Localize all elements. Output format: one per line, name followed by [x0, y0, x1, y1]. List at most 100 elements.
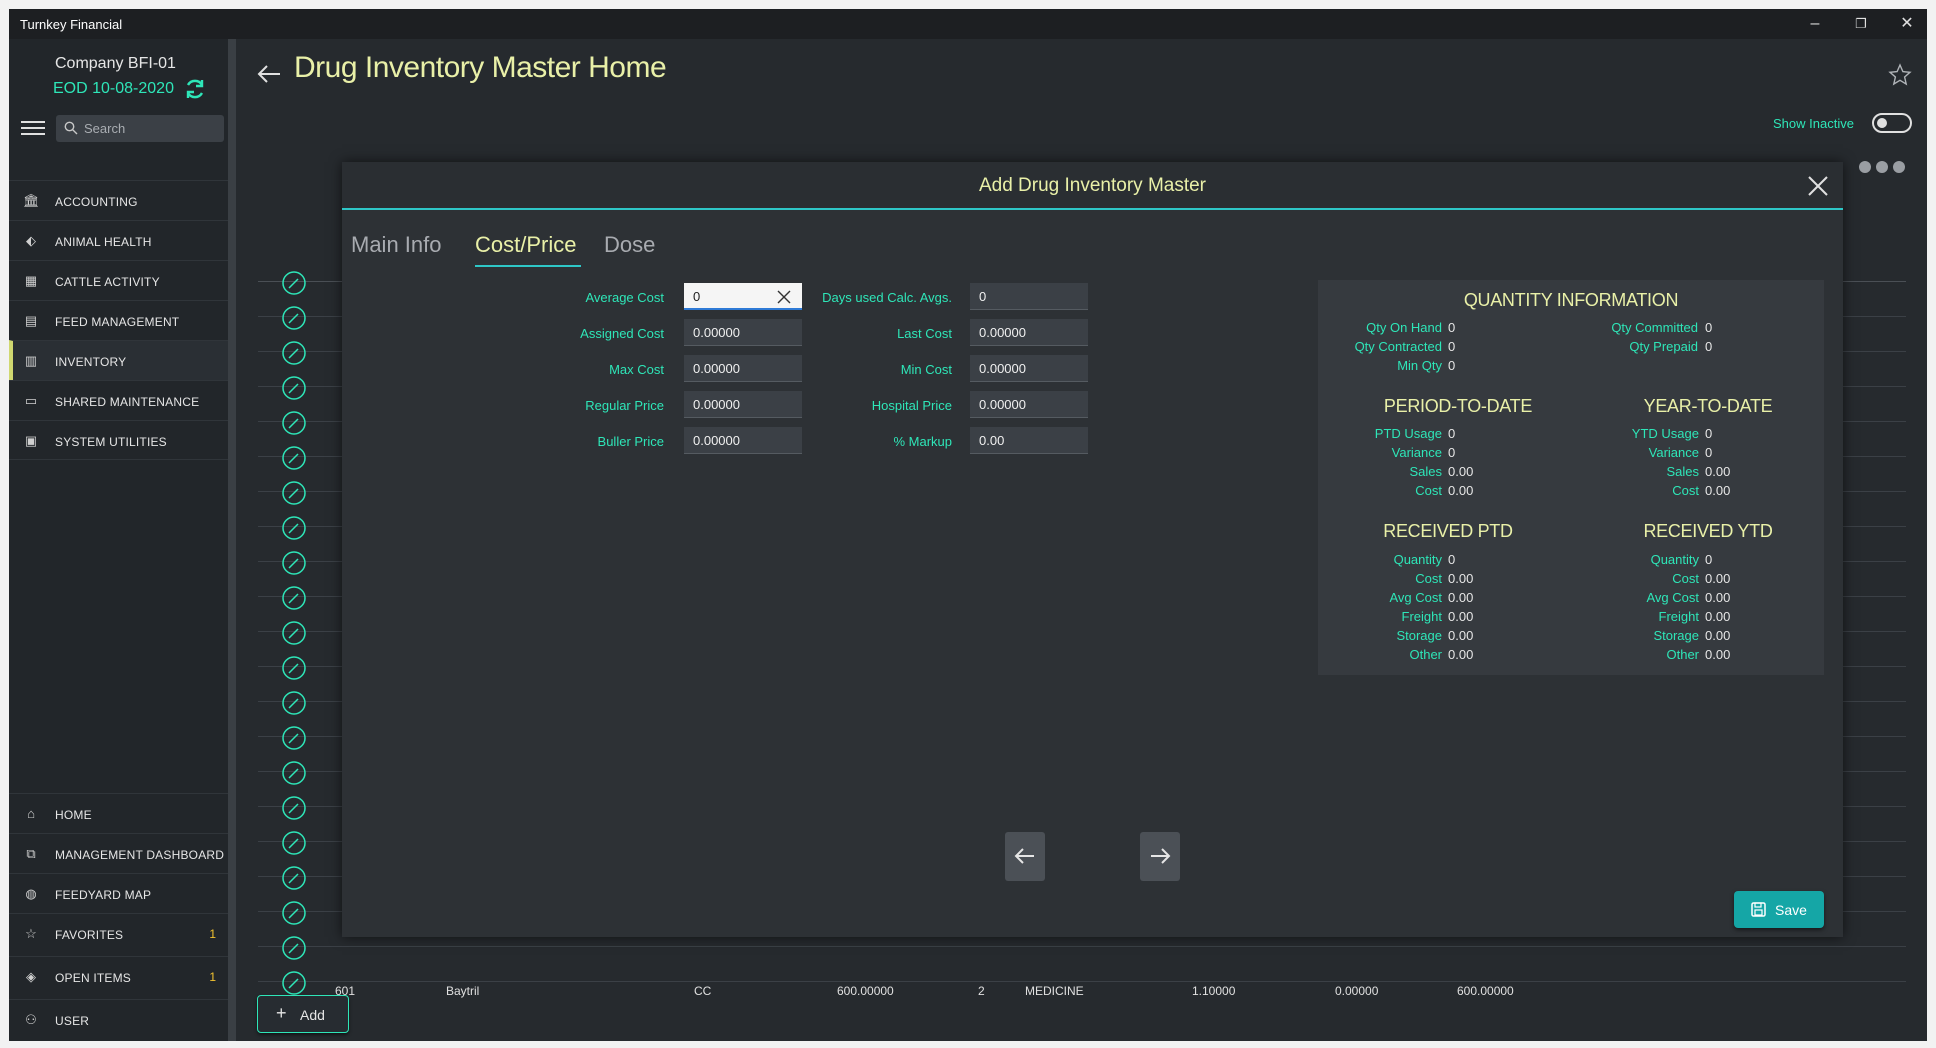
edit-icon[interactable] — [281, 270, 307, 296]
edit-icon[interactable] — [281, 865, 307, 891]
close-icon[interactable] — [1805, 173, 1831, 199]
sidebar-item-user[interactable]: ⚇ USER — [9, 999, 228, 1039]
received-ptd-heading: RECEIVED PTD — [1383, 521, 1513, 541]
table-row-line — [258, 981, 1906, 982]
sidebar-item-label: CATTLE ACTIVITY — [55, 275, 160, 289]
rytd-other-label: Other — [1666, 647, 1699, 662]
rytd-cost-label: Cost — [1672, 571, 1699, 586]
sidebar-item-shared-maintenance[interactable]: ▭ SHARED MAINTENANCE — [9, 380, 228, 420]
row-cell-unit: CC — [694, 984, 712, 998]
hamburger-menu-icon[interactable] — [21, 121, 45, 137]
arrow-left-icon — [1014, 848, 1034, 864]
sidebar-item-label: FEED MANAGEMENT — [55, 315, 180, 329]
sidebar-item-label: USER — [55, 1014, 90, 1028]
row-cell-category: MEDICINE — [1025, 984, 1084, 998]
edit-icon[interactable] — [281, 795, 307, 821]
row-cell-count: 2 — [978, 984, 985, 998]
sidebar-item-cattle-activity[interactable]: ▦ CATTLE ACTIVITY — [9, 260, 228, 300]
sidebar-item-label: MANAGEMENT DASHBOARD — [55, 848, 225, 862]
save-button[interactable]: Save — [1734, 891, 1824, 928]
edit-icon[interactable] — [281, 935, 307, 961]
edit-icon[interactable] — [281, 550, 307, 576]
chat-icon: ▣ — [24, 433, 38, 448]
sidebar-item-feedyard-map[interactable]: ◍ FEEDYARD MAP — [9, 873, 228, 913]
folder-icon: ▭ — [24, 393, 38, 408]
refresh-icon[interactable] — [183, 77, 207, 101]
edit-icon[interactable] — [281, 725, 307, 751]
restore-button[interactable]: ❐ — [1841, 12, 1881, 36]
markup-input[interactable]: 0.00 — [970, 427, 1088, 454]
edit-icon[interactable] — [281, 655, 307, 681]
rytd-avg-cost-value: 0.00 — [1705, 590, 1731, 605]
received-ytd-heading: RECEIVED YTD — [1643, 521, 1773, 541]
sidebar-item-feed-management[interactable]: ▤ FEED MANAGEMENT — [9, 300, 228, 340]
feed-icon: ▤ — [24, 313, 38, 328]
rptd-other-value: 0.00 — [1448, 647, 1474, 662]
edit-icon[interactable] — [281, 690, 307, 716]
edit-icon[interactable] — [281, 585, 307, 611]
sidebar-item-label: OPEN ITEMS — [55, 971, 132, 985]
rytd-avg-cost-label: Avg Cost — [1646, 590, 1699, 605]
rytd-storage-value: 0.00 — [1705, 628, 1731, 643]
qty-on-hand-value: 0 — [1448, 320, 1456, 335]
edit-icon[interactable] — [281, 375, 307, 401]
sidebar-item-favorites[interactable]: ☆ FAVORITES 1 — [9, 913, 228, 953]
sidebar-item-system-utilities[interactable]: ▣ SYSTEM UTILITIES — [9, 420, 228, 460]
last-cost-input[interactable]: 0.00000 — [970, 319, 1088, 346]
search-input[interactable] — [84, 119, 219, 138]
edit-icon[interactable] — [281, 620, 307, 646]
period-to-date-heading: PERIOD-TO-DATE — [1383, 396, 1533, 416]
max-cost-label: Max Cost — [609, 362, 664, 377]
title-bar: Turnkey Financial – ❐ ✕ — [9, 9, 1927, 39]
qty-committed-label: Qty Committed — [1611, 320, 1698, 335]
tab-dose[interactable]: Dose — [604, 232, 655, 258]
edit-icon[interactable] — [281, 830, 307, 856]
minimize-button[interactable]: – — [1795, 12, 1835, 36]
row-cell-value: 600.00000 — [837, 984, 894, 998]
sidebar-item-management-dashboard[interactable]: ⧉ MANAGEMENT DASHBOARD — [9, 833, 228, 873]
days-used-calc-avgs-input[interactable]: 0 — [970, 283, 1088, 310]
search-box[interactable] — [56, 115, 224, 142]
add-drug-inventory-dialog: Add Drug Inventory Master Main Info Cost… — [342, 162, 1843, 937]
tab-main-info[interactable]: Main Info — [351, 232, 442, 258]
ptd-variance-label: Variance — [1391, 445, 1442, 460]
sidebar-item-home[interactable]: ⌂ HOME — [9, 793, 228, 833]
edit-icon[interactable] — [281, 515, 307, 541]
sidebar-item-label: ACCOUNTING — [55, 195, 138, 209]
back-arrow-icon[interactable] — [256, 63, 282, 85]
show-inactive-toggle[interactable] — [1872, 113, 1912, 133]
rytd-freight-value: 0.00 — [1705, 609, 1731, 624]
edit-icon[interactable] — [281, 900, 307, 926]
bank-icon: 🏛 — [23, 193, 40, 208]
qty-prepaid-label: Qty Prepaid — [1629, 339, 1698, 354]
more-options-icon[interactable] — [1858, 160, 1906, 174]
average-cost-label: Average Cost — [585, 290, 664, 305]
close-window-button[interactable]: ✕ — [1887, 12, 1927, 36]
edit-icon[interactable] — [281, 340, 307, 366]
sidebar-item-accounting[interactable]: 🏛 ACCOUNTING — [9, 180, 228, 220]
add-button-label: Add — [300, 1007, 325, 1023]
edit-icon[interactable] — [281, 410, 307, 436]
qty-committed-value: 0 — [1705, 320, 1713, 335]
ptd-variance-value: 0 — [1448, 445, 1456, 460]
edit-icon[interactable] — [281, 480, 307, 506]
hospital-price-input[interactable]: 0.00000 — [970, 391, 1088, 418]
sidebar-item-inventory[interactable]: ▥ INVENTORY — [9, 340, 228, 380]
ytd-variance-label: Variance — [1648, 445, 1699, 460]
next-tab-button[interactable] — [1140, 832, 1180, 881]
add-button[interactable]: + Add — [257, 995, 349, 1033]
edit-icon[interactable] — [281, 970, 307, 996]
sidebar-item-open-items[interactable]: ◈ OPEN ITEMS 1 — [9, 956, 228, 996]
min-cost-input[interactable]: 0.00000 — [970, 355, 1088, 382]
ytd-sales-label: Sales — [1666, 464, 1699, 479]
plus-icon: + — [276, 1003, 287, 1023]
edit-icon[interactable] — [281, 445, 307, 471]
ptd-usage-value: 0 — [1448, 426, 1456, 441]
edit-icon[interactable] — [281, 305, 307, 331]
edit-icon[interactable] — [281, 760, 307, 786]
favorite-star-icon[interactable] — [1888, 63, 1912, 87]
sidebar-item-animal-health[interactable]: ⬖ ANIMAL HEALTH — [9, 220, 228, 260]
tab-cost-price[interactable]: Cost/Price — [475, 232, 576, 258]
previous-tab-button[interactable] — [1005, 832, 1045, 881]
quantity-information-panel: QUANTITY INFORMATION Qty On Hand 0 Qty C… — [1318, 280, 1824, 675]
